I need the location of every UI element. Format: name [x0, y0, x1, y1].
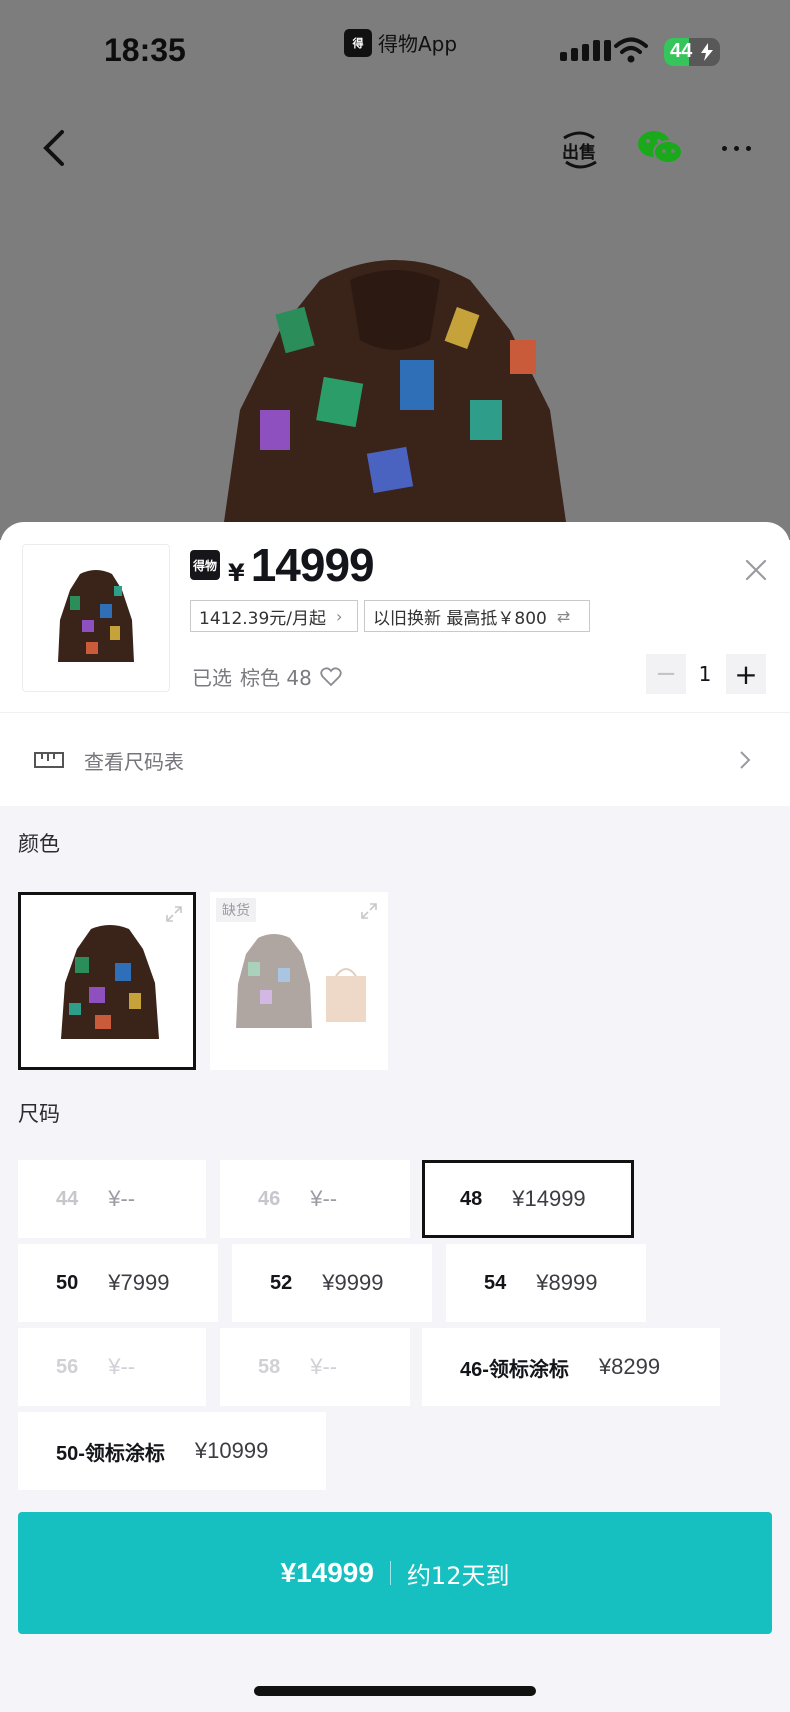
- return-to-app-chip[interactable]: 得 得物App: [344, 28, 457, 57]
- selected-summary: 已选 棕色 48: [192, 662, 342, 691]
- size-option[interactable]: 50-领标涂标 ¥10999: [18, 1412, 326, 1490]
- size-price: ¥8999: [536, 1270, 598, 1295]
- ruler-icon: [34, 752, 64, 768]
- chevron-right-icon: [740, 751, 751, 769]
- quantity-stepper: − 1 +: [646, 654, 766, 694]
- expand-icon[interactable]: [360, 902, 378, 920]
- color-option-with-bag[interactable]: 缺货: [210, 892, 388, 1070]
- color-option-brown[interactable]: [18, 892, 196, 1070]
- app-logo-icon: 得: [344, 28, 372, 57]
- status-bar: 18:35 得 得物App 44: [0, 0, 790, 100]
- wechat-icon[interactable]: [636, 128, 684, 168]
- size-price: ¥--: [108, 1186, 136, 1211]
- color-image-with-bag: [236, 934, 366, 1028]
- size-label: 44: [56, 1187, 79, 1210]
- expand-icon[interactable]: [165, 905, 183, 923]
- buy-button[interactable]: ¥14999 约12天到: [18, 1512, 772, 1634]
- chevron-right-icon: ›: [336, 606, 343, 626]
- quantity-decrease-button[interactable]: −: [646, 654, 686, 694]
- delivery-eta: 约12天到: [406, 1561, 510, 1590]
- size-option[interactable]: 46-领标涂标 ¥8299: [422, 1328, 720, 1406]
- size-option[interactable]: 44 ¥--: [18, 1160, 206, 1238]
- quantity-value: 1: [686, 654, 724, 694]
- size-option[interactable]: 50 ¥7999: [18, 1244, 218, 1322]
- size-chart-row[interactable]: 查看尺码表: [0, 714, 790, 806]
- product-price: 14999: [250, 539, 375, 591]
- size-label: 50-领标涂标: [56, 1442, 165, 1465]
- size-option[interactable]: 54 ¥8999: [446, 1244, 646, 1322]
- home-indicator[interactable]: [254, 1686, 536, 1696]
- size-price: ¥9999: [322, 1270, 384, 1295]
- size-label: 56: [56, 1355, 79, 1378]
- wifi-icon: [614, 37, 648, 63]
- currency-symbol: ¥: [228, 559, 245, 587]
- size-option[interactable]: 58 ¥--: [220, 1328, 410, 1406]
- battery-level: 44: [670, 40, 693, 62]
- size-chart-label: 查看尺码表: [84, 750, 184, 774]
- size-price: ¥14999: [512, 1186, 586, 1211]
- heart-icon[interactable]: [320, 666, 342, 687]
- size-label: 54: [484, 1271, 507, 1294]
- buy-price: ¥14999: [280, 1557, 374, 1588]
- status-time: 18:35: [104, 32, 186, 68]
- product-hero-image: [221, 260, 569, 540]
- color-image-brown: [61, 925, 159, 1039]
- size-price: ¥7999: [108, 1270, 170, 1295]
- separator: [389, 1561, 391, 1585]
- app-name: 得物App: [378, 32, 458, 56]
- close-icon[interactable]: [744, 558, 768, 582]
- product-thumbnail: [22, 544, 170, 692]
- size-option[interactable]: 52 ¥9999: [232, 1244, 432, 1322]
- size-price: ¥10999: [194, 1438, 269, 1463]
- brand-logo-icon: 得物: [190, 550, 220, 580]
- size-label: 50: [56, 1271, 79, 1294]
- size-option-selected[interactable]: 48 ¥14999: [422, 1160, 634, 1238]
- size-price: ¥--: [310, 1354, 338, 1379]
- battery-icon: 44: [664, 38, 720, 66]
- trade-in-tag[interactable]: 以旧换新 最高抵￥800 ⇄: [364, 600, 590, 632]
- divider: [0, 712, 790, 713]
- size-label: 46-领标涂标: [460, 1358, 569, 1381]
- size-price: ¥--: [108, 1354, 136, 1379]
- size-price: ¥8299: [598, 1354, 661, 1379]
- sell-button[interactable]: 出售: [560, 130, 600, 170]
- swap-icon: ⇄: [556, 606, 571, 626]
- color-section-title: 颜色: [18, 832, 60, 856]
- installment-text: 1412.39元/月起: [199, 608, 327, 629]
- size-price: ¥--: [310, 1186, 338, 1211]
- price-row: 得物 ¥ 14999: [190, 538, 375, 592]
- sell-label: 出售: [562, 143, 596, 163]
- back-chevron-icon[interactable]: [36, 124, 76, 172]
- installment-tag[interactable]: 1412.39元/月起 ›: [190, 600, 358, 632]
- cellular-signal-icon: [560, 40, 611, 61]
- size-option[interactable]: 56 ¥--: [18, 1328, 206, 1406]
- more-dots-icon[interactable]: [722, 146, 751, 151]
- out-of-stock-badge: 缺货: [216, 898, 256, 922]
- selected-label: 已选: [192, 666, 232, 690]
- size-label: 52: [270, 1271, 293, 1294]
- size-label: 46: [258, 1187, 281, 1210]
- size-label: 58: [258, 1355, 281, 1378]
- product-page-overlay: 18:35 得 得物App 44 出售: [0, 0, 790, 540]
- selected-value: 棕色 48: [240, 666, 312, 690]
- quantity-increase-button[interactable]: +: [726, 654, 766, 694]
- size-option[interactable]: 46 ¥--: [220, 1160, 410, 1238]
- size-section-title: 尺码: [18, 1102, 60, 1126]
- size-label: 48: [460, 1187, 483, 1210]
- trade-in-text: 以旧换新 最高抵￥800: [373, 608, 547, 629]
